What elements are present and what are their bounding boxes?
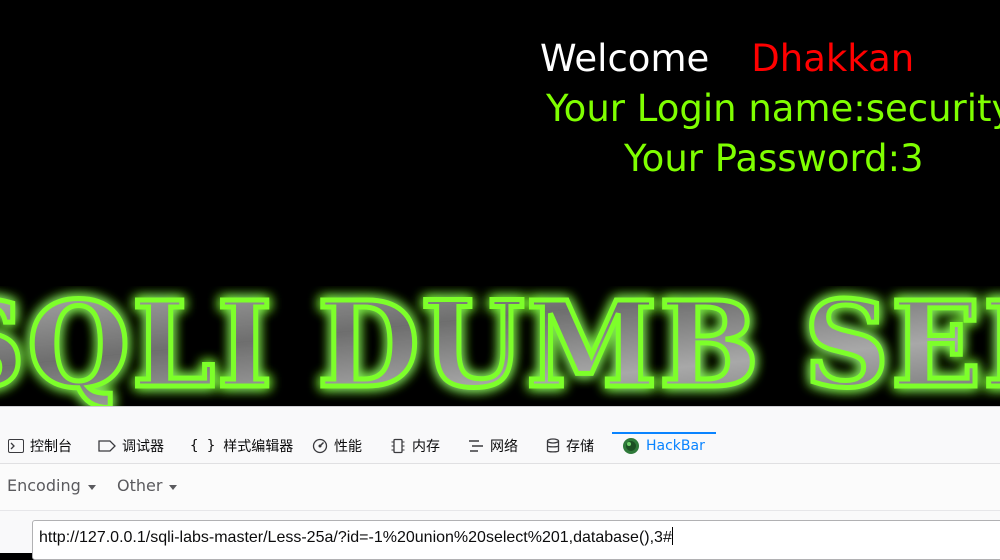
tab-style-editor-label: 样式编辑器 <box>223 439 294 455</box>
memory-icon <box>391 438 405 454</box>
tab-performance-label: 性能 <box>334 439 362 455</box>
tab-storage-label: 存储 <box>566 439 594 455</box>
encoding-menu-button[interactable]: Encoding <box>7 476 96 495</box>
tab-debugger-label: 调试器 <box>122 439 164 455</box>
tab-debugger[interactable]: 调试器 <box>98 433 164 459</box>
tab-style-editor[interactable]: { } 样式编辑器 <box>190 433 293 459</box>
web-page-content: Welcome Dhakkan Your Login name:security … <box>0 0 1000 410</box>
tab-hackbar-label: HackBar <box>646 438 705 454</box>
welcome-line: Welcome Dhakkan <box>0 34 1000 84</box>
tab-storage[interactable]: 存储 <box>546 433 594 459</box>
password-line: Your Password:3 <box>624 137 924 180</box>
hackbar-toolbar: Encoding Other <box>0 464 1000 511</box>
active-tab-indicator <box>612 432 716 434</box>
user-name: Dhakkan <box>751 37 915 80</box>
url-input[interactable]: http://127.0.0.1/sqli-labs-master/Less-2… <box>32 520 1000 560</box>
tab-hackbar[interactable]: HackBar <box>622 433 705 459</box>
chevron-down-icon <box>169 484 178 490</box>
network-icon <box>469 440 483 452</box>
chevron-down-icon <box>87 484 96 490</box>
tab-memory[interactable]: 内存 <box>390 433 440 459</box>
banner-text: SQLI DUMB SERIES <box>0 286 1000 406</box>
url-input-value: http://127.0.0.1/sqli-labs-master/Less-2… <box>39 529 672 546</box>
tab-console-label: 控制台 <box>30 439 72 455</box>
hackbar-icon <box>623 438 639 454</box>
devtools-tabbar: 控制台 调试器 { } 样式编辑器 性能 内存 网络 存储 HackBar <box>0 407 1000 464</box>
other-menu-button[interactable]: Other <box>117 476 178 495</box>
tab-network-label: 网络 <box>490 439 518 455</box>
encoding-menu-label: Encoding <box>7 476 81 495</box>
performance-icon <box>312 438 328 454</box>
storage-icon <box>546 438 560 453</box>
tab-performance[interactable]: 性能 <box>312 433 362 459</box>
console-icon <box>8 439 24 453</box>
welcome-word: Welcome <box>540 37 710 80</box>
login-name-line: Your Login name:security <box>546 87 1000 130</box>
devtools-panel: 控制台 调试器 { } 样式编辑器 性能 内存 网络 存储 HackBar En… <box>0 406 1000 560</box>
style-editor-icon: { } <box>190 438 216 454</box>
text-cursor <box>671 527 673 545</box>
sqli-dumb-series-banner: SQLI DUMB SERIES <box>0 286 1000 406</box>
other-menu-label: Other <box>117 476 163 495</box>
tab-console[interactable]: 控制台 <box>8 433 72 459</box>
debugger-icon <box>98 440 116 452</box>
tab-network[interactable]: 网络 <box>468 433 518 459</box>
tab-memory-label: 内存 <box>412 439 440 455</box>
